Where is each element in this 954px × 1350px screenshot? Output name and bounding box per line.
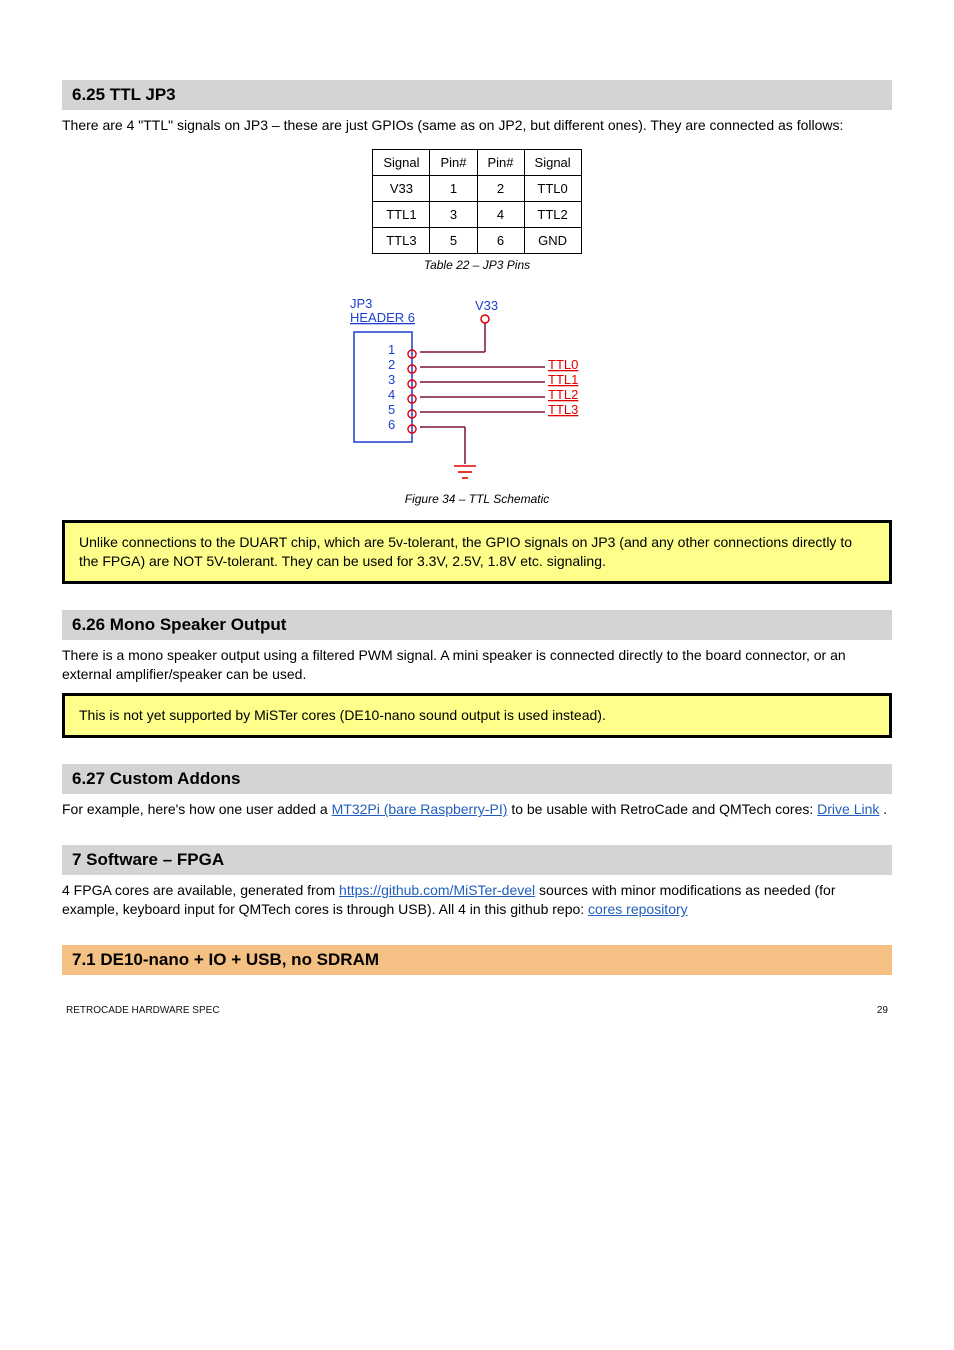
- section-heading-software: 7 Software – FPGA: [62, 845, 892, 875]
- pin-num: 6: [388, 417, 395, 432]
- net-label: TTL1: [548, 372, 578, 387]
- mt32pi-link[interactable]: MT32Pi (bare Raspberry-PI): [332, 801, 508, 817]
- net-label: TTL0: [548, 357, 578, 372]
- ground-symbol-icon: [454, 466, 476, 478]
- net-label: TTL2: [548, 387, 578, 402]
- table-cell: TTL3: [373, 227, 430, 253]
- pin-num: 2: [388, 357, 395, 372]
- drive-link[interactable]: Drive Link: [817, 801, 879, 817]
- schem-jp3-label: JP3: [350, 296, 372, 311]
- table-cell: 4: [477, 201, 524, 227]
- section-heading-addons: 6.27 Custom Addons: [62, 764, 892, 794]
- section-body-ttl: There are 4 "TTL" signals on JP3 – these…: [62, 116, 892, 135]
- pin-num: 5: [388, 402, 395, 417]
- section-body-addons: For example, here's how one user added a…: [62, 800, 892, 819]
- table-cell: TTL1: [373, 201, 430, 227]
- table-head: Signal: [373, 149, 430, 175]
- table-cell: GND: [524, 227, 581, 253]
- table-cell: V33: [373, 175, 430, 201]
- table-head: Pin#: [477, 149, 524, 175]
- footer-left: RETROCADE HARDWARE SPEC: [66, 1005, 220, 1016]
- header-rect-icon: [354, 332, 412, 442]
- table-caption-jp3: Table 22 – JP3 Pins: [62, 258, 892, 272]
- table-cell: 6: [477, 227, 524, 253]
- table-cell: TTL0: [524, 175, 581, 201]
- pin-num: 1: [388, 342, 395, 357]
- footer-page-number: 29: [877, 1005, 888, 1016]
- cores-repo-link[interactable]: cores repository: [588, 901, 688, 917]
- mister-devel-link[interactable]: https://github.com/MiSTer-devel: [339, 882, 535, 898]
- ttl-schematic: JP3 HEADER 6 V33 1 2 3 4 5 6: [350, 296, 605, 486]
- text-fragment: For example, here's how one user added a: [62, 801, 332, 817]
- text-fragment: to be usable with RetroCade and QMTech c…: [511, 801, 817, 817]
- section-body-software: 4 FPGA cores are available, generated fr…: [62, 881, 892, 919]
- text-fragment: 4 FPGA cores are available, generated fr…: [62, 882, 339, 898]
- section-heading-de10: 7.1 DE10-nano + IO + USB, no SDRAM: [62, 945, 892, 975]
- power-node-icon: [481, 315, 489, 323]
- page-footer: RETROCADE HARDWARE SPEC 29: [62, 1005, 892, 1016]
- table-head: Pin#: [430, 149, 477, 175]
- net-label: TTL3: [548, 402, 578, 417]
- jp3-pin-table: Signal Pin# Pin# Signal V33 1 2 TTL0 TTL…: [372, 149, 581, 254]
- warning-box-ttl: Unlike connections to the DUART chip, wh…: [62, 520, 892, 584]
- table-head: Signal: [524, 149, 581, 175]
- section-heading-ttl: 6.25 TTL JP3: [62, 80, 892, 110]
- warning-box-speaker: This is not yet supported by MiSTer core…: [62, 693, 892, 738]
- schem-header6-label: HEADER 6: [350, 310, 415, 325]
- figure-caption-ttl: Figure 34 – TTL Schematic: [62, 492, 892, 506]
- table-cell: 2: [477, 175, 524, 201]
- pin-num: 4: [388, 387, 395, 402]
- table-cell: TTL2: [524, 201, 581, 227]
- section-heading-speaker: 6.26 Mono Speaker Output: [62, 610, 892, 640]
- section-body-speaker: There is a mono speaker output using a f…: [62, 646, 892, 684]
- text-fragment: .: [883, 801, 887, 817]
- schem-v33-label: V33: [475, 298, 498, 313]
- table-cell: 5: [430, 227, 477, 253]
- pin-num: 3: [388, 372, 395, 387]
- table-cell: 3: [430, 201, 477, 227]
- table-cell: 1: [430, 175, 477, 201]
